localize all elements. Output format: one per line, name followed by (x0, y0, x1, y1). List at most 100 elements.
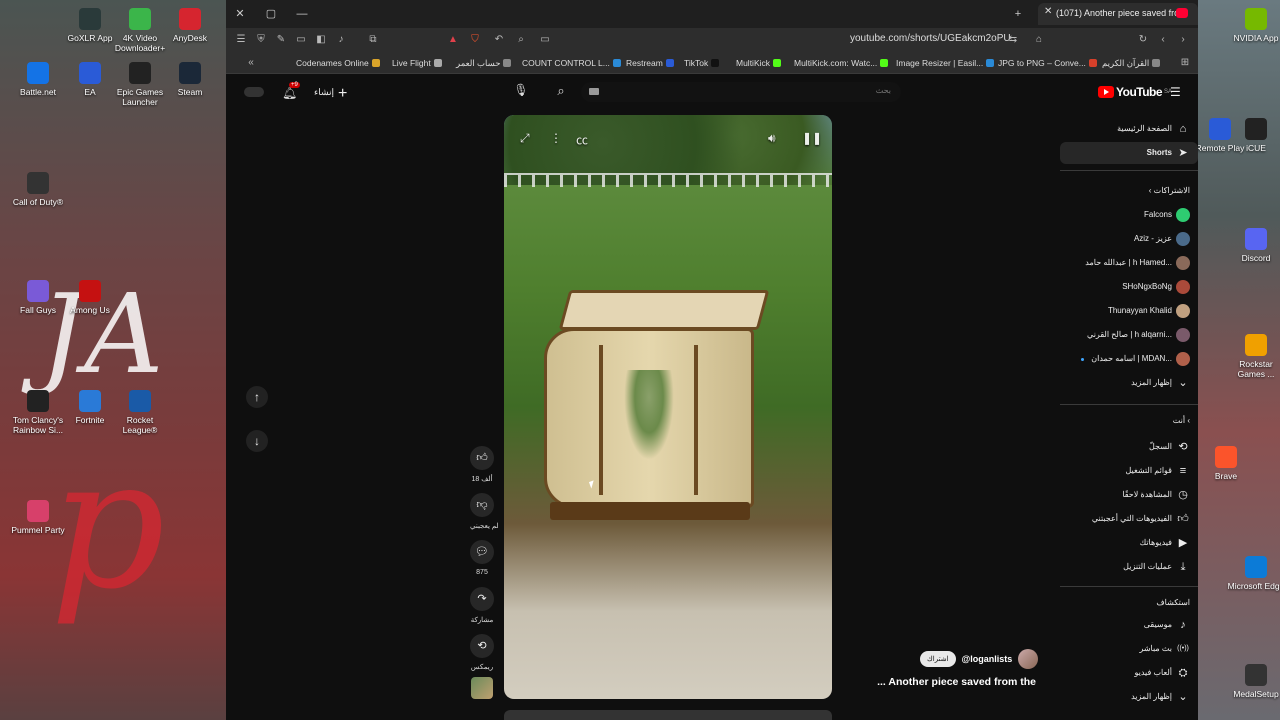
sidebar-item-downloads[interactable]: عمليات التنزيل ⤓ (1060, 556, 1198, 578)
desktop-shortcut[interactable]: Tom Clancy's Rainbow Si... (8, 390, 68, 435)
volume-icon[interactable]: 🔊︎ (768, 131, 776, 146)
minimize-icon[interactable]: — (294, 6, 310, 22)
back-history-icon[interactable]: ↶ (492, 33, 506, 47)
remix-icon[interactable]: ⟲ (470, 634, 494, 658)
you-header[interactable]: أنت ‹ (1173, 416, 1190, 425)
short-video-player[interactable]: ⤢ ⋮ ㏄ 🔊︎ ❚❚ (504, 115, 832, 699)
account-avatar[interactable] (244, 87, 264, 97)
sidebar-item-playlists[interactable]: قوائم التشغيل ≡ (1060, 460, 1198, 482)
bookmark-icon[interactable]: ⌂ (1032, 33, 1046, 47)
bookmarks-collapse-icon[interactable]: « (244, 56, 258, 70)
sidebar-item-show-more-explore[interactable]: إظهار المزيد ⌄ (1060, 686, 1198, 708)
back-icon[interactable]: ‹ (1156, 33, 1170, 47)
desktop-shortcut[interactable]: Brave (1196, 446, 1256, 481)
share-icon[interactable]: ↷ (470, 587, 494, 611)
desktop-shortcut[interactable]: Fall Guys (8, 280, 68, 315)
dislike-button[interactable]: 👎︎ لم يعجبني (470, 493, 499, 530)
desktop-shortcut[interactable]: Battle.net (8, 62, 68, 97)
sidebar-item-channel[interactable]: Aziz - عزيز (1060, 228, 1198, 250)
sidebar-icon[interactable]: ◧ (314, 33, 328, 47)
desktop-shortcut[interactable]: Discord (1226, 228, 1280, 263)
maximize-icon[interactable]: ▢ (263, 6, 279, 22)
sidebar-item-shorts[interactable]: Shorts ➤ (1060, 142, 1198, 164)
close-window-icon[interactable]: ✕ (232, 6, 248, 22)
create-button[interactable]: إنشاء + (314, 85, 347, 103)
sound-thumbnail[interactable] (471, 677, 493, 699)
comments-button[interactable]: 💬︎ 875 (470, 540, 494, 576)
sidebar-item-show-more-subs[interactable]: إظهار المزيد ⌄ (1060, 372, 1198, 394)
bookmark-item[interactable]: COUNT CONTROL L... (522, 58, 621, 68)
bookmark-item[interactable]: Restream (626, 58, 674, 68)
sidebar-item-music[interactable]: موسيقى ♪ (1060, 614, 1198, 636)
menu-icon[interactable]: ☰ (234, 33, 248, 47)
youtube-logo[interactable]: YouTube SA (1098, 85, 1172, 99)
desktop-shortcut[interactable]: Microsoft Edge (1226, 556, 1280, 591)
address-bar[interactable]: youtube.com/shorts/UGEakcm2oPU (850, 33, 1011, 44)
tune-icon[interactable]: ⇆ (1006, 33, 1020, 47)
voice-search-icon[interactable]: 🎙︎ (512, 83, 530, 101)
channel-avatar[interactable] (1018, 649, 1039, 669)
sidebar-item-channel[interactable]: عبدالله حامد | h Hamed... (1060, 252, 1198, 274)
desktop-shortcut[interactable]: Among Us (60, 280, 120, 315)
subscriptions-header[interactable]: ‹ الاشتراكات (1149, 186, 1190, 195)
keyboard-icon[interactable] (589, 88, 599, 95)
sidebar-item-channel[interactable]: SHoNgxBoNg (1060, 276, 1198, 298)
desktop-shortcut[interactable]: Steam (160, 62, 220, 97)
tabs-icon[interactable]: ▭ (294, 33, 308, 47)
bookmark-item[interactable]: القرآن الكريم (1102, 58, 1161, 69)
reload-icon[interactable]: ↻ (1136, 33, 1150, 47)
search-small-icon[interactable]: ⌕ (514, 33, 528, 47)
cast-icon[interactable]: ▭ (538, 33, 552, 47)
sidebar-item-channel[interactable]: Falcons (1060, 204, 1198, 226)
video-title[interactable]: ... Another piece saved from the (864, 676, 1036, 688)
sidebar-item-watch-later[interactable]: المشاهدة لاحقًا ◷ (1060, 484, 1198, 506)
desktop-shortcut[interactable]: Pummel Party (8, 500, 68, 535)
shield-icon[interactable]: ⛨ (254, 33, 268, 47)
pin-icon[interactable]: ✎ (274, 33, 288, 47)
bookmark-item[interactable]: Image Resizer | Easil... (896, 58, 995, 68)
desktop-shortcut[interactable]: Rockstar Games ... (1226, 334, 1280, 379)
bookmark-item[interactable]: MultiKick (736, 58, 782, 68)
pause-icon[interactable]: ❚❚ (802, 131, 822, 145)
sidebar-item-channel[interactable]: اسامه حمدان | MDAN... (1060, 348, 1198, 370)
share-button[interactable]: ↷ مشاركة (470, 587, 494, 624)
desktop-shortcut[interactable]: NVIDIA App (1226, 8, 1280, 43)
screenshot-icon[interactable]: ⧉ (366, 33, 380, 47)
desktop-shortcut[interactable]: MedalSetup (1226, 664, 1280, 699)
forward-icon[interactable]: › (1176, 33, 1190, 47)
fullscreen-icon[interactable]: ⤢ (520, 131, 530, 146)
subscribe-button[interactable]: اشتراك (920, 651, 956, 667)
more-options-icon[interactable]: ⋮ (550, 131, 562, 145)
bookmark-item[interactable]: JPG to PNG – Conve... (998, 58, 1097, 68)
bookmark-item[interactable]: حساب العمر (456, 58, 512, 69)
sidebar-item-home[interactable]: الصفحة الرئيسية ⌂ (1060, 118, 1198, 140)
thumbs-up-icon[interactable]: 👍︎ (470, 446, 494, 470)
sidebar-item-liked[interactable]: الفيديوهات التي أعجبتني 👍︎ (1060, 508, 1198, 530)
sidebar-item-channel[interactable]: Thunayyan Khalid (1060, 300, 1198, 322)
search-icon[interactable]: ⌕ (552, 83, 570, 101)
desktop-shortcut[interactable]: Rocket League® (110, 390, 170, 435)
close-tab-icon[interactable]: ✕ (1044, 6, 1052, 17)
active-tab[interactable]: ✕ (1071) Another piece saved from (1038, 3, 1198, 25)
search-input[interactable]: بحث (581, 82, 901, 102)
bookmark-item[interactable]: TikTok (684, 58, 720, 68)
captions-icon[interactable]: ㏄ (576, 131, 588, 148)
previous-short-button[interactable]: ↑ (246, 386, 268, 408)
bookmark-item[interactable]: Codenames Online (296, 58, 380, 68)
bookmark-item[interactable]: MultiKick.com: Watc... (794, 58, 889, 68)
sidebar-item-your-videos[interactable]: فيديوهاتك ▶ (1060, 532, 1198, 554)
notifications-icon[interactable]: 🔔︎ +9 (282, 82, 300, 100)
sidebar-item-channel[interactable]: صالح القرني | h alqarni... (1060, 324, 1198, 346)
desktop-shortcut[interactable]: AnyDesk (160, 8, 220, 43)
sidebar-item-live[interactable]: بث مباشر ((•)) (1060, 638, 1198, 660)
guide-menu-icon[interactable]: ☰ (1170, 86, 1182, 98)
desktop-shortcut[interactable]: iCUE (1226, 118, 1280, 153)
sidebar-item-history[interactable]: السجلّ ⟲ (1060, 436, 1198, 458)
remix-button[interactable]: ⟲ ريمكس (470, 634, 494, 671)
bookmark-item[interactable]: Live Flight (392, 58, 442, 68)
brave-shield-icon[interactable]: ⛉ (468, 33, 482, 47)
like-button[interactable]: 👍︎ 18 ألف (470, 446, 494, 483)
sidebar-item-gaming[interactable]: ألعاب فيديو ⛭ (1060, 662, 1198, 684)
apps-grid-icon[interactable]: ⊞ (1178, 56, 1192, 70)
triangle-icon[interactable]: ▲ (446, 33, 460, 47)
